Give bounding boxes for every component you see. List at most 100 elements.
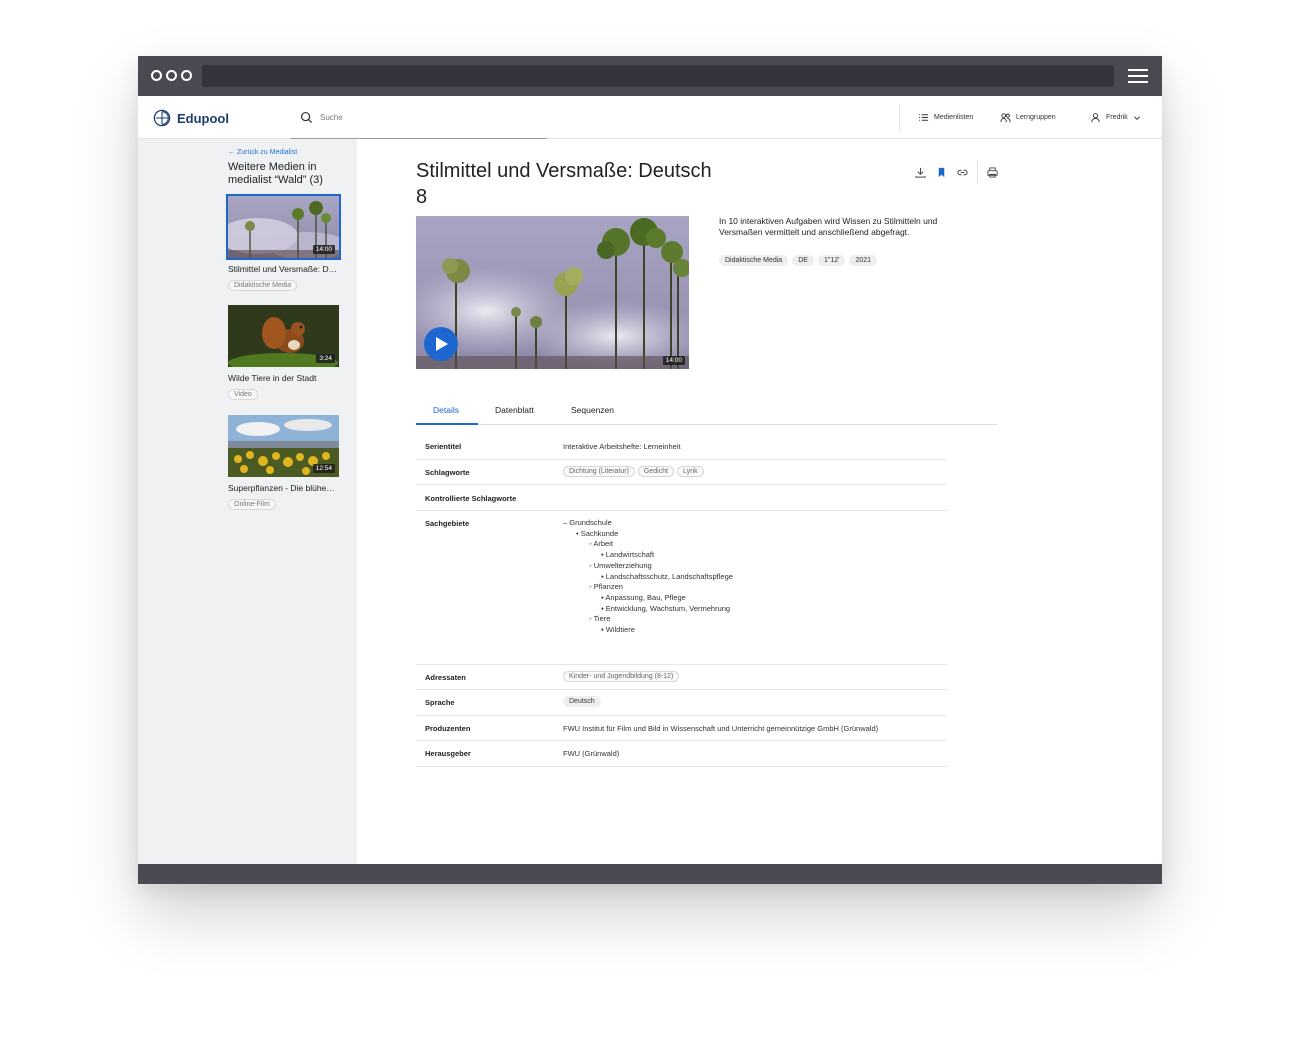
browser-menu-icon[interactable] [1128, 69, 1148, 83]
media-thumbnail[interactable]: 12:54 [228, 415, 339, 477]
logo-text: Edupool [177, 110, 229, 126]
print-button[interactable] [982, 165, 1003, 179]
detail-value: Interaktive Arbeitshefte: Lerneinheit [563, 442, 681, 451]
active-tab-indicator [416, 423, 478, 425]
bookmark-button[interactable] [931, 165, 952, 179]
detail-label: Herausgeber [425, 749, 471, 758]
tree-item: ◦ Arbeit [589, 539, 613, 549]
print-icon [987, 166, 998, 178]
copy-link-button[interactable] [952, 165, 973, 179]
detail-tabs: Details Datenblatt Sequenzen [416, 397, 997, 425]
media-description: In 10 interaktiven Aufgaben wird Wissen … [719, 216, 938, 237]
audience-tag: Kinder- und Jugendbildung (8-12) [563, 671, 680, 682]
detail-value: FWU (Grünwald) [563, 749, 620, 758]
media-type-tag: Didaktische Media [228, 280, 298, 291]
detail-row: Sachgebiete – Grundschule • Sachkunde ◦ … [416, 511, 947, 665]
bookmark-icon [938, 167, 945, 177]
window-dot[interactable] [166, 70, 177, 81]
detail-value: Deutsch [563, 696, 604, 707]
detail-row: Serientitel Interaktive Arbeitshefte: Le… [416, 434, 947, 460]
edupool-logo-icon [153, 109, 171, 127]
tree-item: ◦ Pflanzen [589, 582, 623, 592]
media-thumbnail[interactable]: 3:24 [228, 305, 339, 367]
meta-tag: DE [792, 255, 814, 266]
download-button[interactable] [910, 165, 931, 179]
page-title: Stilmittel und Versmaße: Deutsch 8 [416, 160, 712, 208]
nav-medialists-label: Medienlisten [934, 114, 974, 121]
media-card-title[interactable]: Superpflanzen - Die blühenden Wunder [228, 483, 339, 493]
sidebar: ← Zurück zu Medialist Weitere Medien in … [138, 139, 357, 864]
nav-medialists[interactable]: Medienlisten [918, 112, 973, 123]
detail-value: Kinder- und Jugendbildung (8-12) [563, 671, 682, 682]
play-button[interactable] [424, 327, 458, 361]
tree-item: ▪ Anpassung, Bau, Pflege [601, 592, 686, 602]
duration-badge: 12:54 [312, 464, 335, 473]
back-link[interactable]: ← Zurück zu Medialist [228, 149, 297, 156]
detail-row: Sprache Deutsch [416, 690, 947, 716]
sidebar-media-card[interactable]: 12:54 Superpflanzen - Die blühenden Wund… [228, 415, 339, 511]
window-dot[interactable] [151, 70, 162, 81]
browser-footer [138, 864, 1162, 884]
meta-tag: 2021 [849, 255, 878, 266]
media-card-title[interactable]: Wilde Tiere in der Stadt [228, 373, 339, 383]
subject-tree: – Grundschule • Sachkunde ◦ Arbeit ▪ Lan… [563, 518, 733, 636]
browser-window: Edupool Medienlisten Lerngruppen Fredrik… [138, 56, 1162, 884]
search-icon[interactable] [300, 111, 313, 124]
tab-details[interactable]: Details [433, 405, 459, 415]
media-thumbnail[interactable]: 14:00 [226, 194, 341, 260]
detail-row: Produzenten FWU Institut für Film und Bi… [416, 716, 947, 741]
download-icon [915, 167, 926, 178]
address-bar[interactable] [202, 65, 1114, 87]
browser-chrome [138, 56, 1162, 96]
tree-item: • Sachkunde [576, 528, 619, 538]
list-icon [918, 114, 929, 121]
detail-row: Adressaten Kinder- und Jugendbildung (8-… [416, 665, 947, 690]
nav-groups[interactable]: Lerngruppen [1000, 112, 1056, 123]
window-dot[interactable] [181, 70, 192, 81]
detail-row: Schlagworte Dichtung (Literatur) Gedicht L… [416, 460, 947, 485]
detail-label: Serientitel [425, 442, 462, 451]
duration-badge: 3:24 [316, 354, 335, 363]
sidebar-title: Weitere Medien in medialist “Wald” (3) [228, 161, 323, 186]
meta-tag: 1"12' [817, 255, 846, 266]
keyword-tag[interactable]: Gedicht [637, 466, 675, 477]
users-icon [1000, 113, 1011, 123]
logo[interactable]: Edupool [153, 109, 229, 127]
nav-divider [899, 104, 900, 131]
play-icon [436, 337, 448, 351]
user-icon [1091, 113, 1100, 123]
user-name: Fredrik [1106, 114, 1128, 121]
detail-label: Kontrollierte Schlagworte [425, 494, 517, 503]
tab-sequenzen[interactable]: Sequenzen [571, 405, 614, 415]
tree-item: ▪ Landschaftsschutz, Landschaftspflege [601, 571, 733, 581]
sidebar-media-card[interactable]: 14:00 Stilmittel und Versmaße: Deutsch 8… [226, 194, 341, 292]
sidebar-media-card[interactable]: 3:24 Wilde Tiere in der Stadt Video [228, 305, 339, 401]
video-player[interactable]: 14:00 [416, 216, 689, 369]
detail-row: Kontrollierte Schlagworte [416, 485, 947, 511]
media-type-tag: Video [228, 389, 258, 400]
user-menu[interactable]: Fredrik [1090, 112, 1141, 123]
tab-datenblatt[interactable]: Datenblatt [495, 405, 534, 415]
duration-badge: 14:00 [662, 356, 685, 365]
main-content: Stilmittel und Versmaße: Deutsch 8 14:00… [357, 139, 1162, 864]
search-input[interactable] [320, 110, 520, 124]
app-header: Edupool Medienlisten Lerngruppen Fredrik [138, 96, 1162, 139]
detail-value: FWU Institut für Film und Bild in Wissen… [563, 724, 879, 733]
toolbar-divider [977, 161, 978, 183]
keyword-tag[interactable]: Dichtung (Literatur) [563, 466, 635, 477]
media-card-title[interactable]: Stilmittel und Versmaße: Deutsch 8 [228, 264, 339, 274]
detail-row: Herausgeber FWU (Grünwald) [416, 741, 947, 767]
nav-groups-label: Lerngruppen [1016, 114, 1056, 121]
language-tag: Deutsch [563, 696, 601, 707]
keyword-list: Dichtung (Literatur) Gedicht Lyrik [563, 466, 707, 477]
detail-label: Sprache [425, 698, 455, 707]
media-meta-tags: Didaktische Media DE 1"12' 2021 [719, 255, 878, 266]
search-box [291, 96, 547, 139]
tree-item: ▪ Entwicklung, Wachstum, Vermehrung [601, 603, 731, 613]
tree-item: ◦ Tiere [589, 614, 611, 624]
tree-item: – Grundschule [563, 518, 612, 527]
keyword-tag[interactable]: Lyrik [677, 466, 704, 477]
tree-item: ▪ Wildtiere [601, 625, 635, 635]
action-toolbar [910, 161, 1003, 183]
detail-label: Adressaten [425, 673, 466, 682]
